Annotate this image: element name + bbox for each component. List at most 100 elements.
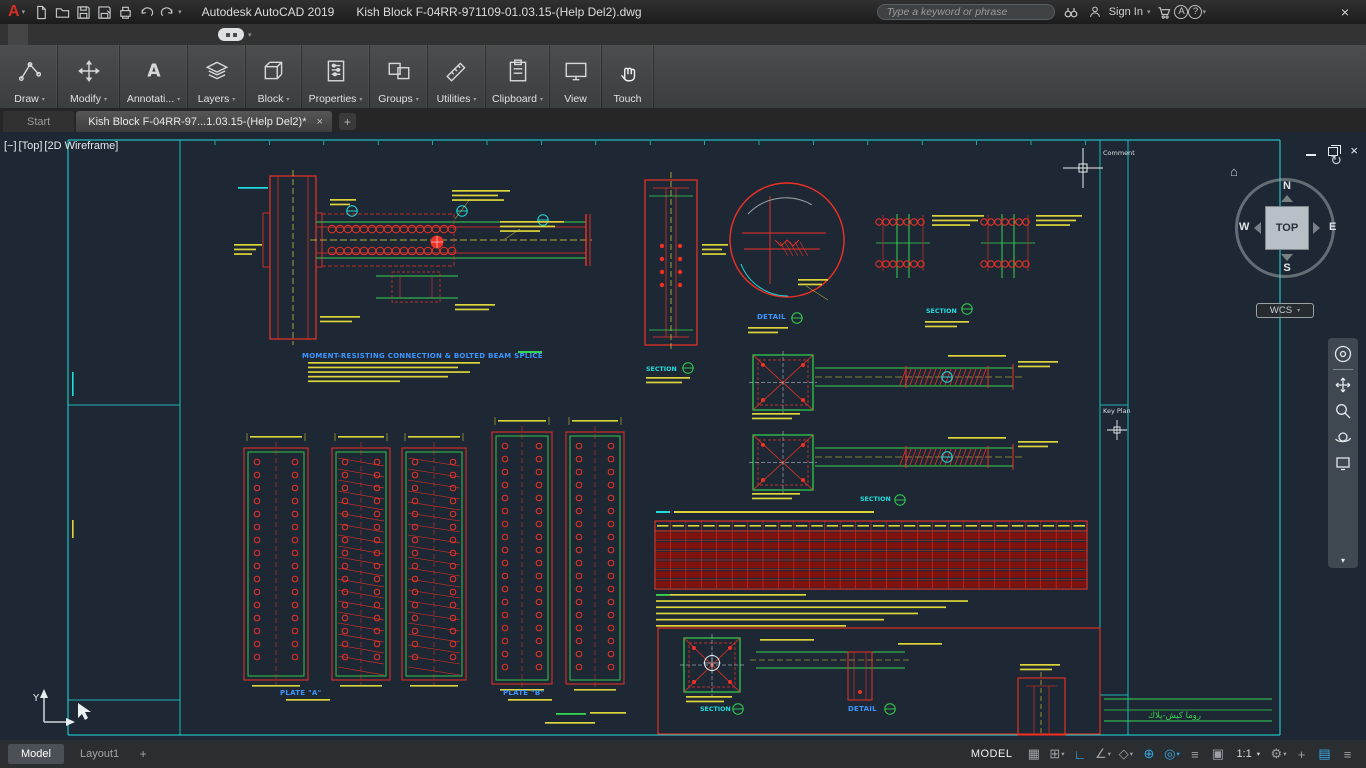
save-as-button[interactable] — [94, 2, 114, 22]
new-drawing-tab-button[interactable]: + — [339, 113, 356, 130]
model-tab[interactable]: Model — [8, 744, 64, 764]
close-window-button[interactable]: × — [1334, 4, 1356, 20]
navbar-chevron-icon[interactable]: ▾ — [1341, 556, 1345, 565]
viewcube-arrow-up-icon[interactable] — [1281, 195, 1293, 202]
file-tab-start[interactable]: Start — [3, 111, 74, 132]
cad-geometry — [40, 140, 1280, 735]
ribbon-panel-modify[interactable]: Modify▾ — [58, 45, 120, 108]
detail-label: DETAIL — [848, 705, 877, 713]
ribbon-tab-collaborate[interactable] — [148, 24, 168, 45]
status-toggle-object-snap-tracking[interactable]: ⊕ ▾ — [1138, 744, 1159, 764]
panel-label: Properties — [309, 93, 357, 105]
layout1-tab[interactable]: Layout1 — [67, 744, 132, 764]
plot-button[interactable] — [115, 2, 135, 22]
ribbon-tab-featured-apps[interactable] — [188, 24, 208, 45]
ribbon-panel-utilities[interactable]: Utilities▾ — [428, 45, 486, 108]
status-toggle-selection-cycling[interactable]: ▣ ▾ — [1207, 744, 1228, 764]
viewcube-south[interactable]: S — [1228, 262, 1346, 274]
close-drawing-icon[interactable]: × — [1350, 144, 1358, 158]
orbit-icon[interactable] — [1332, 426, 1354, 448]
document-tab-label: Kish Block F-04RR-97...1.03.15-(Help Del… — [88, 116, 306, 128]
full-navigation-wheel-icon[interactable] — [1332, 343, 1354, 365]
drawing-heading: MOMENT-RESISTING CONNECTION & BOLTED BEA… — [302, 352, 543, 360]
viewport-menu-control[interactable]: [−] — [4, 140, 17, 152]
ribbon-tab-annotate[interactable] — [48, 24, 68, 45]
ribbon-tab-manage[interactable] — [108, 24, 128, 45]
chevron-down-icon: ▾ — [22, 8, 26, 16]
app-menu-button[interactable]: A ▾ — [4, 0, 31, 24]
viewcube-east[interactable]: E — [1329, 221, 1336, 233]
status-tool-customization[interactable]: ≡ ▾ — [1337, 744, 1358, 764]
save-button[interactable] — [73, 2, 93, 22]
viewcube-rotate-icon[interactable]: ↻ — [1330, 152, 1342, 169]
wcs-dropdown[interactable]: WCS ▾ — [1256, 303, 1314, 318]
open-file-button[interactable] — [52, 2, 72, 22]
status-toggle-polar-tracking[interactable]: ∠ ▾ — [1092, 744, 1113, 764]
drawing-canvas[interactable]: MOMENT-RESISTING CONNECTION & BOLTED BEA… — [0, 132, 1366, 740]
viewcube-top-face[interactable]: TOP — [1265, 206, 1309, 250]
close-tab-icon[interactable]: × — [317, 116, 323, 128]
status-toggle-isometric-drafting[interactable]: ◇ ▾ — [1115, 744, 1136, 764]
scale-value: 1:1 — [1236, 748, 1251, 760]
ribbon-state-button[interactable] — [218, 28, 244, 41]
viewcube-north[interactable]: N — [1228, 180, 1346, 192]
ribbon-tab-insert[interactable] — [28, 24, 48, 45]
status-tool-workspace-settings[interactable]: ⚙ ▾ — [1268, 744, 1289, 764]
section-label: SECTION — [646, 366, 677, 373]
viewport-view-control[interactable]: [Top] — [19, 140, 43, 152]
ribbon-tab-output[interactable] — [128, 24, 148, 45]
status-tool-graphics-performance[interactable]: ▤ ▾ — [1314, 744, 1335, 764]
viewcube-arrow-down-icon[interactable] — [1281, 254, 1293, 261]
comment-label: Comment — [1103, 149, 1135, 157]
ribbon-tab-parametric[interactable] — [68, 24, 88, 45]
ribbon-panel-touch[interactable]: Touch — [602, 45, 654, 108]
viewcube-arrow-left-icon[interactable] — [1254, 222, 1261, 234]
show-motion-icon[interactable] — [1332, 452, 1354, 474]
ribbon-tab-view[interactable] — [88, 24, 108, 45]
qat-menu-chevron-icon[interactable]: ▾ — [178, 8, 182, 16]
status-tool-isolate-objects[interactable]: + ▾ — [1291, 744, 1312, 764]
properties-panel-icon — [323, 49, 349, 93]
model-space-button[interactable]: MODEL — [971, 748, 1013, 760]
new-layout-button[interactable]: + — [135, 746, 151, 762]
chevron-down-icon: ▾ — [1283, 750, 1286, 758]
undo-button[interactable] — [136, 2, 156, 22]
redo-button[interactable] — [157, 2, 177, 22]
status-toggle-lineweight[interactable]: ≡ ▾ — [1184, 744, 1205, 764]
ribbon-panel-clipboard[interactable]: Clipboard▾ — [486, 45, 550, 108]
ribbon-panel-layers[interactable]: Layers▾ — [188, 45, 246, 108]
ribbon-panel-block[interactable]: Block▾ — [246, 45, 302, 108]
store-cart-icon[interactable] — [1154, 2, 1174, 22]
ribbon-panel-annotation[interactable]: A Annotati...▾ — [120, 45, 188, 108]
viewcube-arrow-right-icon[interactable] — [1313, 222, 1320, 234]
viewcube-west[interactable]: W — [1239, 221, 1249, 233]
key-plan-label: Key Plan — [1103, 407, 1131, 415]
autodesk-app-store-icon[interactable]: A — [1174, 5, 1188, 19]
viewcube-home-icon[interactable]: ⌂ — [1230, 164, 1238, 179]
ribbon-state-chevron-icon[interactable]: ▾ — [248, 31, 252, 39]
pan-icon[interactable] — [1332, 374, 1354, 396]
ribbon-panel-view[interactable]: View — [550, 45, 602, 108]
navigation-bar: ▾ — [1328, 338, 1358, 568]
status-toggle-ortho[interactable]: ∟ ▾ — [1069, 744, 1090, 764]
ribbon-tab-home[interactable] — [8, 24, 28, 45]
file-tab-document[interactable]: Kish Block F-04RR-97...1.03.15-(Help Del… — [76, 111, 332, 132]
file-tab-bar: Start Kish Block F-04RR-97...1.03.15-(He… — [0, 108, 1366, 132]
status-toggle-grid[interactable]: ▦ ▾ — [1023, 744, 1044, 764]
status-toggle-object-snap[interactable]: ◎ ▾ — [1161, 744, 1182, 764]
viewport-visual-style-control[interactable]: [2D Wireframe] — [44, 140, 118, 152]
help-icon[interactable]: ? — [1188, 5, 1202, 19]
ribbon-tab-express-tools[interactable] — [168, 24, 188, 45]
status-icon-glyph: ▤ — [1318, 746, 1330, 762]
ribbon-panel-groups[interactable]: Groups▾ — [370, 45, 428, 108]
new-file-button[interactable] — [31, 2, 51, 22]
sign-in-control[interactable]: Sign In ▾ — [1085, 2, 1151, 22]
search-input[interactable] — [877, 4, 1055, 20]
annotation-scale-button[interactable]: 1:1 ▾ — [1236, 748, 1260, 760]
ribbon-panel-properties[interactable]: Properties▾ — [302, 45, 370, 108]
ribbon-panel-draw[interactable]: Draw▾ — [2, 45, 58, 108]
help-chevron-icon[interactable]: ▾ — [1202, 8, 1206, 16]
search-binoculars-icon[interactable] — [1061, 2, 1081, 22]
status-toggle-snap-mode[interactable]: ⊞ ▾ — [1046, 744, 1067, 764]
zoom-icon[interactable] — [1332, 400, 1354, 422]
